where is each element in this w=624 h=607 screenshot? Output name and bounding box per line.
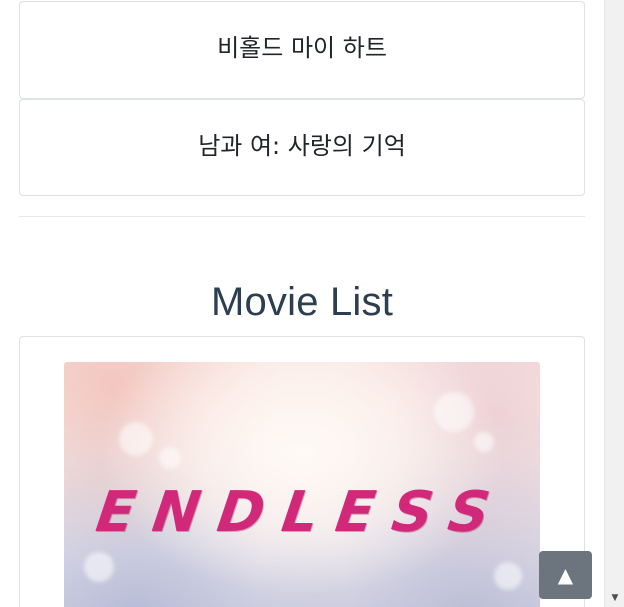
poster-title-text: ENDLESS: [92, 480, 512, 545]
related-title-card[interactable]: 비홀드 마이 하트: [19, 1, 585, 99]
movie-list-heading: Movie List: [210, 280, 394, 324]
vertical-scrollbar[interactable]: ▼: [604, 0, 624, 607]
scroll-down-arrow-icon[interactable]: ▼: [605, 591, 624, 605]
scroll-to-top-button[interactable]: ▲: [539, 551, 592, 599]
movie-poster-image[interactable]: ENDLESS: [64, 362, 540, 607]
related-title-label: 남과 여: 사랑의 기억: [198, 132, 406, 160]
movie-card[interactable]: ENDLESS: [19, 336, 585, 607]
section-divider: [19, 216, 585, 217]
related-title-label: 비홀드 마이 하트: [217, 34, 387, 62]
related-title-card[interactable]: 남과 여: 사랑의 기억: [19, 99, 585, 196]
page-viewport: 비홀드 마이 하트 남과 여: 사랑의 기억 Movie List ENDLES…: [0, 0, 604, 607]
